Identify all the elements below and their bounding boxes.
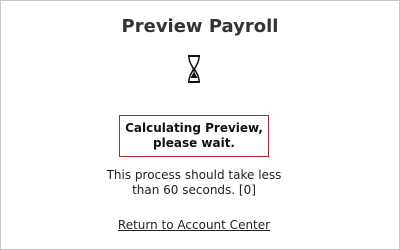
preview-payroll-window: Preview Payroll Calculating Preview, ple… bbox=[0, 0, 400, 250]
info-line-1: This process should take less bbox=[106, 168, 282, 182]
hourglass-icon bbox=[188, 55, 200, 83]
calculating-status-box: Calculating Preview, please wait. bbox=[119, 115, 269, 157]
status-line-2: please wait. bbox=[153, 136, 235, 150]
page-title: Preview Payroll bbox=[121, 16, 279, 37]
return-to-account-center-link[interactable]: Return to Account Center bbox=[1, 218, 387, 232]
status-line-1: Calculating Preview, bbox=[125, 121, 263, 135]
duration-info: This process should take less than 60 se… bbox=[1, 168, 387, 198]
info-line-2: than 60 seconds. [0] bbox=[132, 183, 256, 197]
